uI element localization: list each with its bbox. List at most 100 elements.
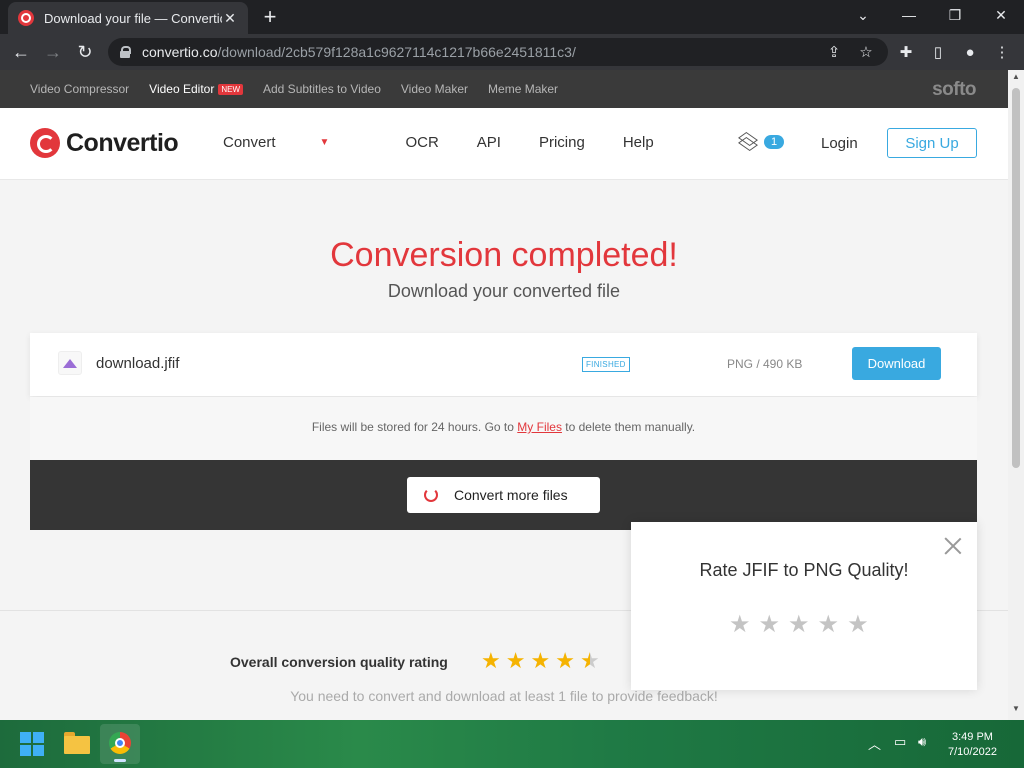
clock-time: 3:49 PM xyxy=(951,731,993,743)
convertio-logo[interactable]: Convertio xyxy=(30,128,179,158)
login-link[interactable]: Login xyxy=(821,135,858,152)
site-header: Convertio Convert ▼ OCR API Pricing Help … xyxy=(0,108,1008,180)
file-name: download.jfif xyxy=(96,355,180,372)
side-panel-icon[interactable]: ▯ xyxy=(926,40,950,64)
refresh-icon xyxy=(424,488,438,502)
tab-search-icon[interactable]: ⌄ xyxy=(840,0,886,30)
file-row: download.jfif FINISHED PNG / 490 KB Down… xyxy=(30,333,977,396)
status-badge: FINISHED xyxy=(582,357,630,372)
overall-rating-stars: ★ ★ ★ ★ ★ xyxy=(481,648,605,674)
reload-button[interactable]: ↻ xyxy=(72,40,98,64)
new-badge: NEW xyxy=(218,83,243,95)
active-app-indicator xyxy=(114,759,126,762)
rating-star-icon: ★ xyxy=(555,648,575,673)
browser-tab[interactable]: Download your file — Convertio ✕ xyxy=(8,2,248,34)
browser-toolbar: ← → ↻ convertio.co/download/2cb579f128a1… xyxy=(0,34,1024,70)
convert-more-label: Convert more files xyxy=(454,487,568,503)
softo-link-label: Video Editor xyxy=(149,82,215,96)
restore-button[interactable]: ❐ xyxy=(932,0,978,30)
chrome-taskbar-button[interactable] xyxy=(100,724,140,764)
close-icon[interactable] xyxy=(943,536,963,556)
nav-ocr[interactable]: OCR xyxy=(405,134,438,151)
web-page: Video Compressor Video Editor NEW Add Sub… xyxy=(0,70,1008,720)
softo-logo[interactable]: softo xyxy=(932,79,976,101)
feedback-note: You need to convert and download at leas… xyxy=(290,688,718,704)
scroll-down-arrow-icon[interactable]: ▼ xyxy=(1008,704,1024,718)
tab-title: Download your file — Convertio xyxy=(44,10,222,26)
convertio-favicon-icon xyxy=(18,10,34,26)
share-icon[interactable]: ⇪ xyxy=(822,40,846,64)
conversion-subtitle: Download your converted file xyxy=(387,281,621,301)
extensions-icon[interactable]: ✚ xyxy=(894,40,918,64)
taskbar: ︿ ▭ 🔊︎ 3:49 PM 7/10/2022 xyxy=(0,720,1024,768)
rate-star-2-icon[interactable]: ★ xyxy=(759,610,781,639)
browser-tabbar: Download your file — Convertio ✕ + ⌄ — ❐… xyxy=(0,0,1024,34)
close-window-button[interactable]: ✕ xyxy=(978,0,1024,30)
chevron-down-icon: ▼ xyxy=(319,137,330,148)
main-nav: Convert ▼ OCR API Pricing Help xyxy=(223,134,692,151)
menu-kebab-icon[interactable]: ⋮ xyxy=(990,40,1014,64)
convert-more-bar: Convert more files xyxy=(30,460,977,530)
rate-star-4-icon[interactable]: ★ xyxy=(818,610,840,639)
convertio-logo-icon xyxy=(30,128,60,158)
address-bar[interactable]: convertio.co/download/2cb579f128a1c96271… xyxy=(108,38,888,66)
softo-link-add-subtitles[interactable]: Add Subtitles to Video xyxy=(263,82,381,96)
url-host: convertio.co xyxy=(142,44,218,60)
nav-pricing[interactable]: Pricing xyxy=(539,134,585,151)
profile-icon[interactable]: ● xyxy=(958,40,982,64)
image-file-icon xyxy=(58,351,82,375)
notice-text-after: to delete them manually. xyxy=(561,420,696,434)
conversion-title: Conversion completed! xyxy=(330,236,678,274)
bookmark-star-icon[interactable]: ☆ xyxy=(854,40,878,64)
new-tab-button[interactable]: + xyxy=(258,6,282,30)
softo-link-meme-maker[interactable]: Meme Maker xyxy=(488,82,558,96)
tray-chevron-up-icon[interactable]: ︿ xyxy=(868,734,881,753)
rating-star-icon: ★ xyxy=(530,648,551,673)
nav-help[interactable]: Help xyxy=(623,134,654,151)
storage-notice: Files will be stored for 24 hours. Go to… xyxy=(30,397,977,460)
logo-text: Convertio xyxy=(66,128,179,157)
rate-star-3-icon[interactable]: ★ xyxy=(788,610,810,639)
softo-link-video-compressor[interactable]: Video Compressor xyxy=(30,82,129,96)
files-queue-button[interactable]: 1 xyxy=(738,134,785,150)
rating-star-icon: ★ xyxy=(505,648,526,673)
back-button[interactable]: ← xyxy=(8,40,34,64)
windows-start-icon[interactable] xyxy=(20,732,44,756)
rate-star-1-icon[interactable]: ★ xyxy=(729,610,751,639)
network-icon[interactable]: ▭ xyxy=(894,734,906,750)
softo-link-video-maker[interactable]: Video Maker xyxy=(401,82,468,96)
scrollbar-thumb[interactable] xyxy=(1012,88,1020,468)
download-button[interactable]: Download xyxy=(852,347,941,380)
convert-more-button[interactable]: Convert more files xyxy=(407,477,600,513)
nav-api[interactable]: API xyxy=(477,134,501,151)
files-count-badge: 1 xyxy=(764,135,785,149)
rate-quality-popup: Rate JFIF to PNG Quality! ★ ★ ★ ★ ★ xyxy=(631,522,977,690)
url-path: /download/2cb579f128a1c9627114c1217b66e2… xyxy=(217,44,576,60)
lock-icon[interactable] xyxy=(120,46,131,58)
signup-button[interactable]: Sign Up xyxy=(887,128,977,158)
rating-star-icon: ★ xyxy=(481,648,501,673)
scroll-up-arrow-icon[interactable]: ▲ xyxy=(1008,72,1024,86)
rating-half-star-icon: ★ xyxy=(579,648,600,673)
notice-text-before: Files will be stored for 24 hours. Go to xyxy=(311,420,518,434)
layers-icon xyxy=(738,134,758,150)
rate-stars-input: ★ ★ ★ ★ ★ xyxy=(729,610,877,639)
chrome-icon xyxy=(109,732,131,754)
rate-star-5-icon[interactable]: ★ xyxy=(847,610,869,639)
file-explorer-icon[interactable] xyxy=(64,732,90,754)
taskbar-clock[interactable]: 3:49 PM 7/10/2022 xyxy=(948,730,997,760)
rating-label: Overall conversion quality rating xyxy=(230,654,448,670)
my-files-link[interactable]: My Files xyxy=(517,420,562,434)
softo-bar: Video Compressor Video Editor NEW Add Sub… xyxy=(0,70,1008,108)
file-format-size: PNG / 490 KB xyxy=(727,357,803,371)
volume-icon[interactable]: 🔊︎ xyxy=(918,734,926,750)
nav-convert[interactable]: Convert ▼ xyxy=(223,134,367,151)
rate-popup-title: Rate JFIF to PNG Quality! xyxy=(699,560,909,580)
softo-link-video-editor[interactable]: Video Editor NEW xyxy=(149,82,243,96)
clock-date: 7/10/2022 xyxy=(948,746,997,758)
nav-convert-label: Convert xyxy=(223,134,276,151)
page-scrollbar[interactable]: ▲ ▼ xyxy=(1008,70,1024,720)
minimize-button[interactable]: — xyxy=(886,0,932,30)
forward-button[interactable]: → xyxy=(40,40,66,64)
tab-close-icon[interactable]: ✕ xyxy=(222,10,238,27)
